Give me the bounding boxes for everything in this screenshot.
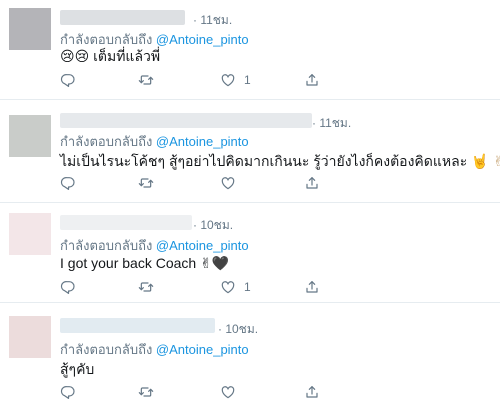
- reply-prefix: กำลังตอบกลับถึง: [60, 342, 153, 357]
- like-button[interactable]: 1: [220, 70, 251, 90]
- reply-prefix: กำลังตอบกลับถึง: [60, 32, 153, 47]
- like-button[interactable]: [220, 173, 244, 193]
- tweet-actions: 1: [60, 277, 340, 297]
- retweet-button[interactable]: [138, 277, 154, 297]
- share-button[interactable]: [304, 277, 320, 297]
- avatar[interactable]: [9, 213, 51, 255]
- reply-icon: [60, 279, 76, 295]
- reply-button[interactable]: [60, 173, 76, 193]
- like-count: 1: [244, 73, 251, 87]
- tweet-body: ไม่เป็นไรนะโค้ชๆ สู้ๆอย่าไปคิดมากเกินนะ …: [60, 153, 468, 169]
- reply-tweet: · 11ชม. กำลังตอบกลับถึง @Antoine_pinto 😢…: [0, 0, 500, 100]
- tweet-actions: [60, 382, 340, 402]
- like-icon: [220, 384, 236, 400]
- share-button[interactable]: [304, 70, 320, 90]
- hand-emoji: 🤘 ✌: [471, 154, 500, 170]
- reply-icon: [60, 384, 76, 400]
- tweet-body: สู้ๆคับ: [60, 361, 95, 377]
- timestamp[interactable]: · 11ชม.: [312, 114, 351, 133]
- like-icon: [220, 72, 236, 88]
- mention-link[interactable]: @Antoine_pinto: [156, 134, 249, 149]
- share-icon: [304, 175, 320, 191]
- timestamp[interactable]: · 10ชม.: [193, 216, 233, 235]
- retweet-button[interactable]: [138, 173, 154, 193]
- retweet-icon: [138, 175, 154, 191]
- mention-link[interactable]: @Antoine_pinto: [156, 342, 249, 357]
- like-icon: [220, 175, 236, 191]
- tweet-text: 😢😢 เต็มที่แล้วพี่: [60, 46, 160, 68]
- timestamp[interactable]: · 10ชม.: [218, 320, 258, 339]
- avatar[interactable]: [9, 115, 51, 157]
- reply-button[interactable]: [60, 382, 76, 402]
- share-button[interactable]: [304, 382, 320, 402]
- share-icon: [304, 279, 320, 295]
- like-count: 1: [244, 280, 251, 294]
- reply-prefix: กำลังตอบกลับถึง: [60, 134, 153, 149]
- retweet-button[interactable]: [138, 382, 154, 402]
- username-redacted[interactable]: [60, 318, 215, 333]
- reply-context: กำลังตอบกลับถึง @Antoine_pinto: [60, 131, 249, 152]
- tweet-actions: [60, 173, 340, 193]
- share-button[interactable]: [304, 173, 320, 193]
- like-icon: [220, 279, 236, 295]
- timestamp[interactable]: · 11ชม.: [193, 11, 232, 30]
- tweet-body: I got your back Coach: [60, 255, 197, 271]
- crying-emoji: 😢😢: [60, 49, 90, 65]
- peace-heart-emoji: ✌🖤: [200, 256, 230, 272]
- reply-context: กำลังตอบกลับถึง @Antoine_pinto: [60, 339, 249, 360]
- reply-tweet: · 10ชม. กำลังตอบกลับถึง @Antoine_pinto ส…: [0, 304, 500, 405]
- tweet-body: เต็มที่แล้วพี่: [93, 48, 161, 64]
- tweet-actions: 1: [60, 70, 340, 90]
- username-redacted[interactable]: [60, 10, 185, 25]
- reply-tweet: · 10ชม. กำลังตอบกลับถึง @Antoine_pinto I…: [0, 203, 500, 303]
- retweet-icon: [138, 72, 154, 88]
- reply-context: กำลังตอบกลับถึง @Antoine_pinto: [60, 235, 249, 256]
- mention-link[interactable]: @Antoine_pinto: [156, 238, 249, 253]
- reply-prefix: กำลังตอบกลับถึง: [60, 238, 153, 253]
- tweet-text: สู้ๆคับ: [60, 359, 94, 381]
- tweet-text: ไม่เป็นไรนะโค้ชๆ สู้ๆอย่าไปคิดมากเกินนะ …: [60, 151, 500, 173]
- retweet-icon: [138, 384, 154, 400]
- reply-button[interactable]: [60, 277, 76, 297]
- tweet-text: I got your back Coach ✌🖤: [60, 255, 229, 272]
- share-icon: [304, 384, 320, 400]
- username-redacted[interactable]: [60, 215, 192, 230]
- avatar[interactable]: [9, 316, 51, 358]
- mention-link[interactable]: @Antoine_pinto: [156, 32, 249, 47]
- retweet-button[interactable]: [138, 70, 154, 90]
- username-redacted[interactable]: [60, 113, 312, 128]
- retweet-icon: [138, 279, 154, 295]
- share-icon: [304, 72, 320, 88]
- avatar[interactable]: [9, 8, 51, 50]
- like-button[interactable]: 1: [220, 277, 251, 297]
- reply-icon: [60, 175, 76, 191]
- reply-button[interactable]: [60, 70, 76, 90]
- reply-icon: [60, 72, 76, 88]
- reply-tweet: · 11ชม. กำลังตอบกลับถึง @Antoine_pinto ไ…: [0, 101, 500, 203]
- like-button[interactable]: [220, 382, 244, 402]
